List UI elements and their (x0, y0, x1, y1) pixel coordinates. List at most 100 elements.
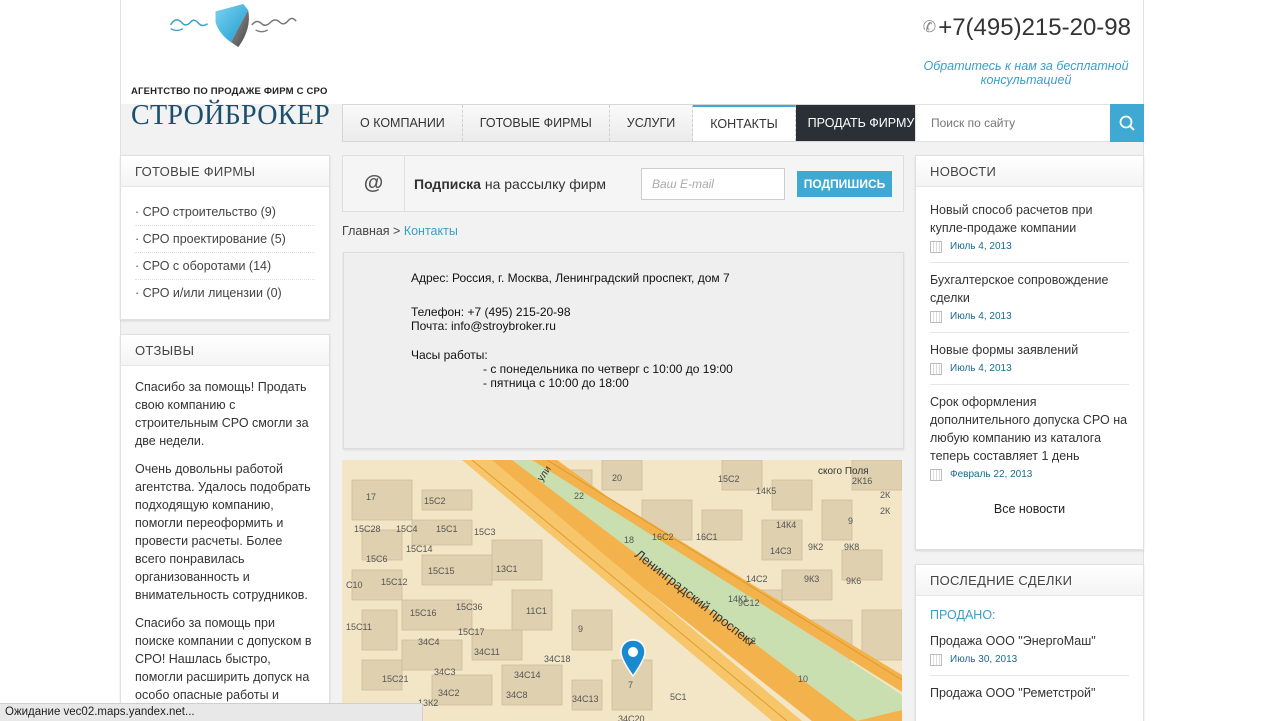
logo-brand[interactable]: СТРОЙБРОКЕР (131, 100, 330, 132)
deals-panel-title: ПОСЛЕДНИЕ СДЕЛКИ (916, 565, 1143, 596)
calendar-icon (930, 469, 942, 481)
news-title[interactable]: Новые формы заявлений (930, 341, 1129, 359)
news-item[interactable]: Новые формы заявлений Июль 4, 2013 (930, 333, 1129, 385)
map-house-label: 34С11 (474, 647, 500, 657)
logo-tagline: АГЕНТСТВО ПО ПРОДАЖЕ ФИРМ С СРО (131, 86, 328, 97)
subscribe-button[interactable]: ПОДПИШИСЬ (797, 171, 892, 197)
subscribe-label: Подписка на рассылку фирм (414, 176, 606, 192)
consult-link[interactable]: Обратитесь к нам за бесплатной консульта… (920, 59, 1132, 87)
map-house-label: 34С4 (418, 637, 440, 647)
map-house-label: 34С14 (514, 670, 541, 680)
map-house-label: 15С3 (474, 527, 496, 537)
map-canvas[interactable]: 17 15С215С1 15С315С28 15С415С1415С615С1215С… (342, 460, 902, 721)
browser-status-bar: Ожидание vec02.maps.yandex.net... (0, 703, 423, 721)
all-news-link[interactable]: Все новости (930, 502, 1129, 516)
map-house-label: 7 (628, 680, 633, 690)
review-text: Спасибо за помощь! Продать свою компанию… (135, 380, 309, 448)
firms-item[interactable]: · СРО с оборотами (14) (135, 253, 315, 280)
map-house-label: 15С4 (396, 524, 418, 534)
firms-panel-title: ГОТОВЫЕ ФИРМЫ (121, 156, 329, 187)
news-panel: НОВОСТИ Новый способ расчетов при купле-… (915, 155, 1144, 550)
calendar-icon (930, 241, 942, 253)
map-house-label: 15С16 (410, 608, 437, 618)
at-icon: @ (343, 156, 405, 211)
map-house-label: 34С2 (438, 688, 460, 698)
breadcrumb-current[interactable]: Контакты (404, 224, 458, 238)
news-title[interactable]: Срок оформления дополнительного допуска … (930, 393, 1129, 465)
nav-item-contacts[interactable]: КОНТАКТЫ (693, 105, 796, 141)
map-house-label: 14К4 (776, 520, 796, 530)
map-house-label: 34С8 (506, 690, 528, 700)
deal-title[interactable]: Продажа ООО "ЭнергоМаш" (930, 632, 1129, 650)
nav-item-services[interactable]: УСЛУГИ (610, 105, 694, 141)
map-house-label: 15С1 (436, 524, 458, 534)
logo-shield-icon[interactable] (129, 4, 339, 84)
deal-item[interactable]: Продажа ООО "ЭнергоМаш" Июль 30, 2013 (930, 624, 1129, 676)
news-date: Июль 4, 2013 (930, 310, 1129, 324)
map-house-label: 15С15 (428, 566, 455, 576)
deals-panel: ПОСЛЕДНИЕ СДЕЛКИ ПРОДАНО: Продажа ООО "Э… (915, 564, 1144, 721)
search-icon (1119, 115, 1135, 131)
map-house-label: 2К16 (852, 476, 872, 486)
search-button[interactable] (1110, 104, 1144, 142)
map-house-label: 15С14 (406, 544, 433, 554)
search-input[interactable] (916, 105, 1106, 141)
breadcrumb-home[interactable]: Главная (342, 224, 390, 238)
map-house-label: 9К3 (804, 574, 819, 584)
subscribe-bar: @ Подписка на рассылку фирм Ваш E-mail П… (342, 155, 904, 212)
calendar-icon (930, 363, 942, 375)
contacts-box: Адрес: Россия, г. Москва, Ленинградский … (343, 252, 904, 449)
deal-date: Июль 30, 2013 (930, 653, 1129, 667)
map-house-label: 34С18 (544, 654, 571, 664)
map-house-label: 2К (880, 490, 891, 500)
map-house-label: 15С21 (382, 674, 409, 684)
news-item[interactable]: Срок оформления дополнительного допуска … (930, 385, 1129, 490)
map-house-label: 20 (612, 473, 622, 483)
nav-item-about[interactable]: О КОМПАНИИ (343, 105, 463, 141)
hours-line: - с понедельника по четверг с 10:00 до 1… (483, 362, 733, 376)
map-house-label: 5С1 (670, 692, 687, 702)
deals-sold-label: ПРОДАНО: (930, 608, 996, 622)
firms-item[interactable]: · СРО строительство (9) (135, 199, 315, 226)
map-house-label: 15С36 (456, 602, 483, 612)
map-house-label: 10 (798, 674, 808, 684)
map-house-label: С10 (346, 580, 363, 590)
map-house-label: 9К6 (846, 576, 861, 586)
map-house-label: 15С17 (458, 627, 485, 637)
contact-mail: Почта: info@stroybroker.ru (411, 319, 556, 333)
hours-line: - пятница с 10:00 до 18:00 (483, 376, 629, 390)
map-house-label: 13С1 (496, 564, 518, 574)
news-title[interactable]: Бухгалтерское сопровождение сделки (930, 271, 1129, 307)
map-house-label: 15С12 (381, 577, 408, 587)
map-house-label: 17 (366, 492, 376, 502)
news-item[interactable]: Бухгалтерское сопровождение сделки Июль … (930, 263, 1129, 333)
firms-item[interactable]: · СРО и/или лицензии (0) (135, 280, 315, 306)
firms-panel: ГОТОВЫЕ ФИРМЫ · СРО строительство (9) · … (120, 155, 330, 320)
map[interactable]: 17 15С2 15С1 15С3 15С28 15С4 15С14 15С6 15С12 15С… (342, 460, 902, 721)
news-title[interactable]: Новый способ расчетов при купле-продаже … (930, 201, 1129, 237)
firms-item[interactable]: · СРО проектирование (5) (135, 226, 315, 253)
news-date: Июль 4, 2013 (930, 362, 1129, 376)
map-house-label: 16С2 (652, 532, 674, 542)
news-item[interactable]: Новый способ расчетов при купле-продаже … (930, 193, 1129, 263)
nav-item-sell[interactable]: ПРОДАТЬ ФИРМУ (795, 105, 927, 141)
deal-title[interactable]: Продажа ООО "Реметстрой" (930, 684, 1129, 702)
phone-number: +7(495)215-20-98 (938, 14, 1131, 41)
map-house-label: 11С1 (526, 606, 547, 616)
search-box (915, 104, 1144, 142)
reviews-panel: ОТЗЫВЫ Спасибо за помощь! Продать свою к… (120, 334, 330, 721)
map-house-label: 15С11 (346, 622, 372, 632)
map-house-label: 34С3 (434, 667, 456, 677)
map-house-label: 15С6 (366, 554, 388, 564)
news-panel-title: НОВОСТИ (916, 156, 1143, 187)
deal-item[interactable]: Продажа ООО "Реметстрой" (930, 676, 1129, 710)
news-date: Июль 4, 2013 (930, 240, 1129, 254)
main-nav: О КОМПАНИИ ГОТОВЫЕ ФИРМЫ УСЛУГИ КОНТАКТЫ… (342, 104, 928, 142)
email-field[interactable]: Ваш E-mail (641, 168, 785, 200)
map-house-label: 2К (880, 506, 891, 516)
firms-list: · СРО строительство (9) · СРО проектиров… (121, 187, 329, 306)
phone-block: ✆+7(495)215-20-98 (871, 14, 1131, 42)
hours-title: Часы работы: (411, 348, 488, 362)
nav-item-firms[interactable]: ГОТОВЫЕ ФИРМЫ (463, 105, 610, 141)
phone-icon: ✆ (922, 19, 937, 36)
